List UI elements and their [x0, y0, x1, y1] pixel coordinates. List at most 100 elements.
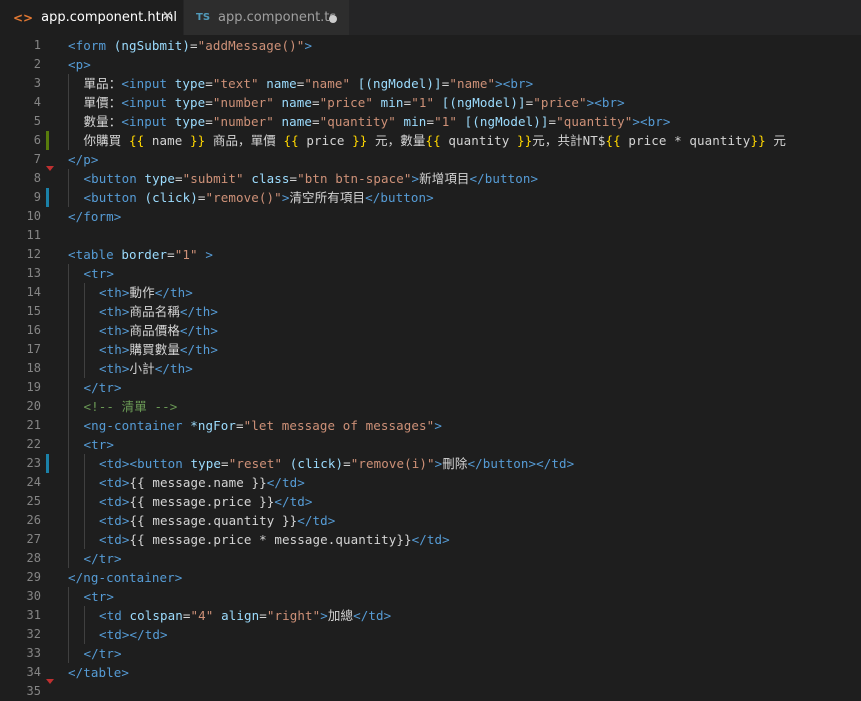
token-tag: </td>: [274, 494, 313, 509]
code-text: <form (ngSubmit)="addMessage()">: [68, 36, 312, 55]
indent-guide: [83, 606, 85, 625]
code-line[interactable]: 15 <th>商品名稱</th>: [0, 302, 861, 321]
code-line[interactable]: 35: [0, 682, 861, 701]
token-tag: >: [197, 247, 213, 262]
token-str: "name": [304, 76, 358, 91]
token-attr: [(ngModel)]: [357, 76, 442, 91]
code-text: <tr>: [84, 587, 115, 606]
code-text: <td></td>: [99, 625, 168, 644]
token-tag: <p>: [68, 57, 91, 72]
code-line[interactable]: 8 <button type="submit" class="btn btn-sp…: [0, 169, 861, 188]
token-pln: price: [298, 133, 353, 148]
token-tag: </td>: [129, 627, 168, 642]
code-line[interactable]: 12 <table border="1" >: [0, 245, 861, 264]
token-pln: =: [221, 456, 229, 471]
code-text: <button type="submit" class="btn btn-spa…: [84, 169, 539, 188]
code-text: <td>{{ message.name }}</td>: [99, 473, 305, 492]
code-line[interactable]: 17 <th>購買數量</th>: [0, 340, 861, 359]
code-line[interactable]: 24 <td>{{ message.name }}</td>: [0, 473, 861, 492]
code-text: 單品：<input type="text" name="name" [(ngMo…: [84, 74, 534, 93]
deleted-line-marker: [46, 166, 54, 171]
code-line[interactable]: 10 </form>: [0, 207, 861, 226]
token-tag: </td>: [297, 513, 336, 528]
code-line[interactable]: 30 <tr>: [0, 587, 861, 606]
code-line[interactable]: 7 </p>: [0, 150, 861, 169]
token-str: "remove()": [205, 190, 282, 205]
code-line[interactable]: 16 <th>商品價格</th>: [0, 321, 861, 340]
token-pln: 元，數量: [367, 133, 426, 148]
code-line[interactable]: 33 </tr>: [0, 644, 861, 663]
token-str: "1": [434, 114, 465, 129]
token-tag: </tr>: [83, 380, 122, 395]
token-pln: 元: [765, 133, 786, 148]
token-pln: {{ message.price }}: [129, 494, 275, 509]
code-line[interactable]: 11: [0, 226, 861, 245]
code-line[interactable]: 29 </ng-container>: [0, 568, 861, 587]
line-number: 12: [26, 247, 41, 261]
indent-guide: [83, 473, 85, 492]
token-pln: =: [190, 38, 198, 53]
token-brk: {{: [425, 133, 441, 148]
tab-app-component-html[interactable]: <> app.component.html ✕: [0, 0, 183, 35]
token-str: "1": [411, 95, 442, 110]
line-number: 22: [26, 437, 41, 451]
token-tag: </p>: [68, 152, 99, 167]
code-line[interactable]: 9 <button (click)="remove()">清空所有項目</butt…: [0, 188, 861, 207]
code-line[interactable]: 21 <ng-container *ngFor="let message of m…: [0, 416, 861, 435]
token-tag: <td>: [99, 494, 130, 509]
token-tag: <table: [68, 247, 122, 262]
token-pln: 商品價格: [129, 323, 180, 338]
line-number: 16: [26, 323, 41, 337]
code-line[interactable]: 32 <td></td>: [0, 625, 861, 644]
token-pln: =: [182, 608, 191, 623]
code-text: </p>: [68, 150, 99, 169]
token-str: "quantity": [319, 114, 404, 129]
token-str: "reset": [228, 456, 290, 471]
token-pln: 購買數量: [129, 342, 180, 357]
code-text: <tr>: [84, 435, 115, 454]
indent-guide: [83, 302, 85, 321]
code-text: 數量：<input type="number" name="quantity" …: [84, 112, 671, 131]
code-line[interactable]: 27 <td>{{ message.price * message.quantit…: [0, 530, 861, 549]
token-tag: >: [495, 76, 503, 91]
code-line[interactable]: 25 <td>{{ message.price }}</td>: [0, 492, 861, 511]
line-number: 27: [26, 532, 41, 546]
token-tag: </ng-container>: [68, 570, 183, 585]
indent-guide: [68, 378, 69, 397]
code-line[interactable]: 5 數量：<input type="number" name="quantity"…: [0, 112, 861, 131]
code-line[interactable]: 34 </table>: [0, 663, 861, 682]
token-pln: =: [312, 95, 320, 110]
code-line[interactable]: 3 單品：<input type="text" name="name" [(ngM…: [0, 74, 861, 93]
code-line[interactable]: 31 <td colspan="4" align="right">加總</td>: [0, 606, 861, 625]
tab-app-component-ts[interactable]: TS app.component.ts: [183, 0, 349, 35]
code-text: <td>{{ message.price }}</td>: [99, 492, 313, 511]
token-pln: =: [426, 114, 435, 129]
token-tag: <th>: [99, 361, 130, 376]
code-line[interactable]: 28 </tr>: [0, 549, 861, 568]
code-line[interactable]: 19 </tr>: [0, 378, 861, 397]
token-tag: <th>: [99, 304, 130, 319]
token-tag: >: [411, 171, 420, 186]
token-tag: </button>: [467, 456, 537, 471]
close-icon[interactable]: ✕: [162, 9, 173, 24]
token-tag: <input: [121, 114, 175, 129]
unsaved-dot-icon[interactable]: [329, 15, 337, 23]
code-line[interactable]: 23 <td><button type="reset" (click)="remo…: [0, 454, 861, 473]
token-tag: </tr>: [83, 646, 122, 661]
token-str: "quantity": [556, 114, 633, 129]
code-line[interactable]: 22 <tr>: [0, 435, 861, 454]
code-text: <th>動作</th>: [99, 283, 193, 302]
code-line[interactable]: 26 <td>{{ message.quantity }}</td>: [0, 511, 861, 530]
code-editor[interactable]: 1 <form (ngSubmit)="addMessage()"> 2 <p> 3 單品…: [0, 35, 861, 698]
code-line[interactable]: 18 <th>小計</th>: [0, 359, 861, 378]
token-tag: <button: [83, 190, 145, 205]
token-attr: [(ngModel)]: [464, 114, 549, 129]
code-line[interactable]: 1 <form (ngSubmit)="addMessage()">: [0, 36, 861, 55]
code-line[interactable]: 20 <!-- 清單 -->: [0, 397, 861, 416]
code-line[interactable]: 4 單價：<input type="number" name="price" mi…: [0, 93, 861, 112]
code-line[interactable]: 14 <th>動作</th>: [0, 283, 861, 302]
code-line[interactable]: 2 <p>: [0, 55, 861, 74]
indent-guide: [83, 340, 85, 359]
code-line[interactable]: 13 <tr>: [0, 264, 861, 283]
code-line[interactable]: 6 你購買 {{ name }} 商品，單價 {{ price }} 元，數量{{…: [0, 131, 861, 150]
